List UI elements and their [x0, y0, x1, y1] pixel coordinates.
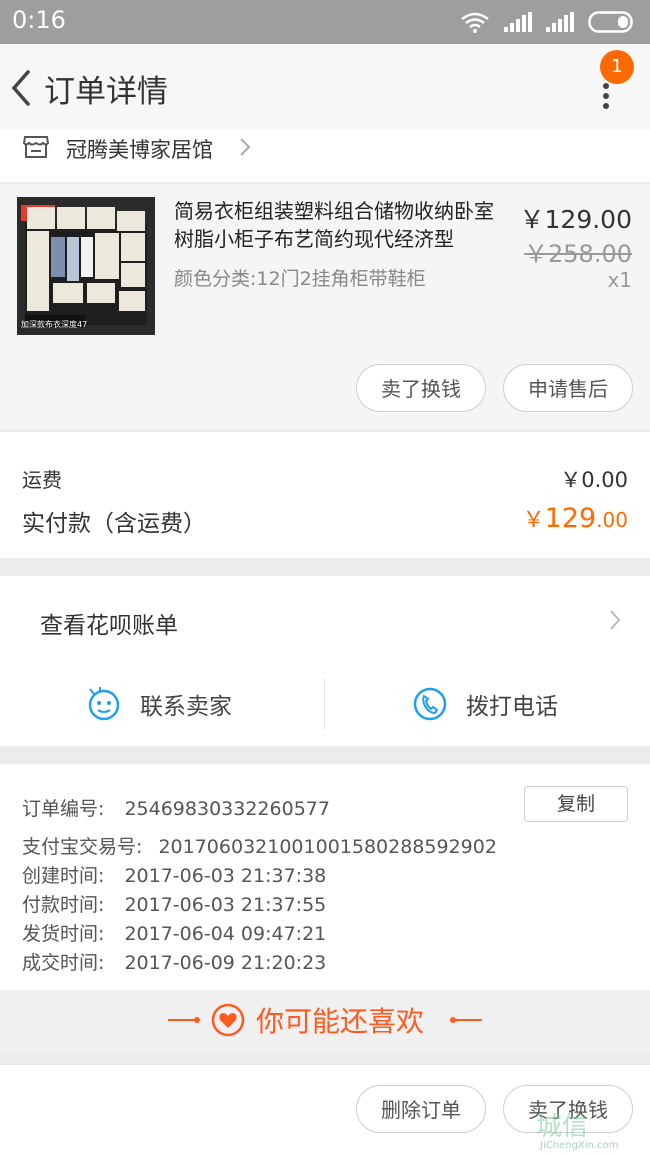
- wardrobe-image: [25, 207, 147, 327]
- deal-time-value: 2017-06-09 21:20:23: [124, 952, 327, 974]
- paid-label: 实付款（含运费）: [22, 511, 206, 537]
- shipped-time-value: 2017-06-04 09:47:21: [124, 923, 327, 945]
- order-number-row: 订单编号: 25469830332260577: [22, 794, 330, 821]
- paid-currency: ￥: [522, 508, 545, 533]
- battery-icon: [588, 11, 633, 33]
- alipay-trade-label: 支付宝交易号:: [22, 836, 143, 858]
- chat-face-icon: [88, 687, 120, 721]
- paid-time-label: 付款时间:: [22, 894, 105, 916]
- order-info: 订单编号: 25469830332260577 复制 支付宝交易号: 20170…: [0, 764, 650, 990]
- signal-icon-2: [546, 12, 574, 32]
- product-title[interactable]: 简易衣柜组装塑料组合储物收纳卧室树脂小柜子布艺简约现代经济型: [174, 197, 504, 253]
- contact-seller-button[interactable]: 联系卖家: [86, 680, 232, 728]
- paid-main: 129: [544, 503, 597, 534]
- paid-time-value: 2017-06-03 21:37:55: [124, 894, 327, 916]
- product-card[interactable]: 冠腾 加深款布衣深度47 简易衣柜组装塑料组合储物收纳卧室树脂小柜子布艺简约现代…: [0, 184, 650, 430]
- status-icons: [460, 10, 636, 34]
- shipping-value: ￥0.00: [560, 468, 628, 492]
- product-quantity: x1: [607, 268, 632, 292]
- watermark: 城信: [536, 1112, 589, 1142]
- store-row[interactable]: 冠腾美博家居馆: [0, 130, 650, 182]
- shipped-time-row: 发货时间: 2017-06-04 09:47:21: [22, 919, 326, 946]
- recommend-header: 你可能还喜欢: [0, 990, 650, 1052]
- chevron-right-icon: [610, 610, 621, 630]
- product-original-price: ￥258.00: [524, 240, 632, 268]
- huabei-label[interactable]: 查看花呗账单: [40, 606, 178, 640]
- deal-time-label: 成交时间:: [22, 952, 105, 974]
- page-title: 订单详情: [44, 74, 168, 110]
- signal-icon: [504, 12, 532, 32]
- order-number-label: 订单编号:: [22, 798, 105, 820]
- store-name[interactable]: 冠腾美博家居馆: [66, 134, 213, 164]
- status-time: 0:16: [12, 6, 66, 34]
- created-time-value: 2017-06-03 21:37:38: [124, 865, 327, 887]
- product-thumbnail[interactable]: 冠腾 加深款布衣深度47: [17, 197, 155, 335]
- delete-order-button[interactable]: 删除订单: [356, 1085, 486, 1133]
- help-section: 查看花呗账单 联系卖家 拨打电话: [0, 576, 650, 746]
- alipay-trade-row: 支付宝交易号: 2017060321001001580288592902: [22, 832, 497, 859]
- decor-line-left: [168, 1017, 200, 1023]
- call-phone-button[interactable]: 拨打电话: [412, 680, 558, 728]
- deal-time-row: 成交时间: 2017-06-09 21:20:23: [22, 948, 326, 975]
- shipping-label: 运费: [22, 468, 62, 492]
- shipped-time-label: 发货时间:: [22, 923, 105, 945]
- heart-icon: [211, 1003, 245, 1037]
- decor-line-right: [450, 1017, 482, 1023]
- wifi-icon: [461, 12, 489, 33]
- product-price: ￥129.00: [519, 205, 632, 234]
- watermark-subtext: JiChengXin.com: [540, 1140, 619, 1151]
- paid-amount: ￥129.00: [523, 502, 628, 534]
- after-sale-button[interactable]: 申请售后: [503, 364, 633, 412]
- created-time-label: 创建时间:: [22, 865, 105, 887]
- more-menu-icon[interactable]: [600, 80, 612, 112]
- chevron-right-icon: [240, 138, 251, 156]
- status-bar: 0:16: [0, 0, 650, 44]
- divider: [324, 678, 325, 730]
- paid-time-row: 付款时间: 2017-06-03 21:37:55: [22, 890, 326, 917]
- order-number-value: 25469830332260577: [124, 798, 330, 820]
- notification-badge: 1: [600, 50, 634, 84]
- huabei-row[interactable]: 查看花呗账单: [0, 576, 650, 662]
- recommend-title: 你可能还喜欢: [256, 1005, 425, 1038]
- copy-button[interactable]: 复制: [524, 786, 628, 822]
- product-spec: 颜色分类:12门2挂角柜带鞋柜: [174, 268, 426, 290]
- phone-icon: [413, 687, 447, 721]
- payment-summary: 运费 ￥0.00 实付款（含运费） ￥129.00: [0, 432, 650, 558]
- created-time-row: 创建时间: 2017-06-03 21:37:38: [22, 861, 326, 888]
- sell-button[interactable]: 卖了换钱: [356, 364, 486, 412]
- store-icon: [22, 136, 50, 158]
- nav-bar: 订单详情 1: [0, 44, 650, 132]
- contact-seller-label: 联系卖家: [140, 694, 232, 720]
- thumbnail-caption: 加深款布衣深度47: [21, 320, 88, 329]
- call-phone-label: 拨打电话: [466, 694, 558, 720]
- back-arrow-icon[interactable]: [8, 68, 38, 108]
- paid-cents: .00: [596, 508, 628, 532]
- alipay-trade-value: 2017060321001001580288592902: [158, 836, 497, 858]
